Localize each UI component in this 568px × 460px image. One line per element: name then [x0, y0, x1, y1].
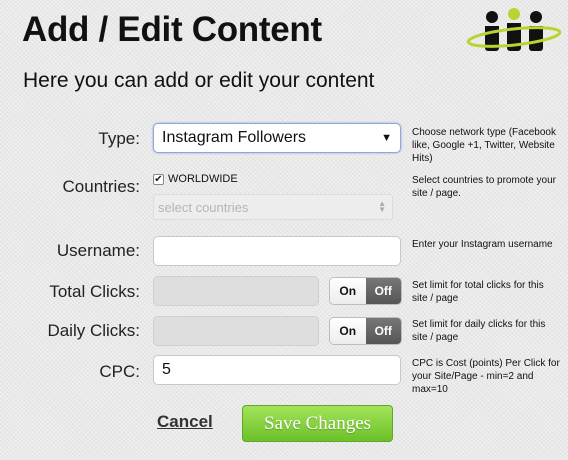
- dropdown-arrow-icon: ▼: [381, 132, 392, 144]
- worldwide-label: WORLDWIDE: [168, 173, 238, 185]
- cpc-label: CPC:: [99, 362, 140, 381]
- daily-clicks-help: Set limit for daily clicks for this site…: [412, 319, 546, 343]
- toggle-on[interactable]: On: [330, 278, 366, 304]
- save-changes-button[interactable]: Save Changes: [242, 405, 393, 442]
- type-label: Type:: [98, 129, 140, 148]
- type-help: Choose network type (Facebook like, Goog…: [412, 127, 556, 164]
- cpc-input[interactable]: 5: [153, 355, 401, 385]
- toggle-on[interactable]: On: [330, 318, 366, 344]
- toggle-off[interactable]: Off: [365, 278, 401, 304]
- countries-select[interactable]: select countries ▲ ▼: [153, 194, 393, 220]
- username-help: Enter your Instagram username: [412, 239, 553, 250]
- worldwide-checkbox[interactable]: ✔: [153, 173, 164, 185]
- username-input[interactable]: [153, 236, 401, 266]
- daily-clicks-label: Daily Clicks:: [47, 321, 140, 340]
- cancel-link[interactable]: Cancel: [157, 412, 213, 432]
- daily-clicks-input[interactable]: [153, 316, 319, 346]
- toggle-off[interactable]: Off: [365, 318, 401, 344]
- countries-placeholder: select countries: [158, 199, 249, 215]
- page-subtitle: Here you can add or edit your content: [23, 69, 375, 92]
- countries-label: Countries:: [62, 177, 140, 196]
- up-down-arrow-icon: ▲ ▼: [378, 199, 386, 214]
- total-clicks-toggle[interactable]: On Off: [329, 277, 402, 305]
- total-clicks-input[interactable]: [153, 276, 319, 306]
- total-clicks-help: Set limit for total clicks for this site…: [412, 280, 544, 304]
- total-clicks-label: Total Clicks:: [49, 282, 140, 301]
- daily-clicks-toggle[interactable]: On Off: [329, 317, 402, 345]
- page-title: Add / Edit Content: [22, 10, 322, 49]
- type-select-value: Instagram Followers: [162, 129, 307, 146]
- username-label: Username:: [56, 241, 140, 260]
- cpc-help: CPC is Cost (points) Per Click for your …: [412, 358, 560, 395]
- countries-help: Select countries to promote your site / …: [412, 175, 556, 199]
- people-ring-logo: [466, 8, 562, 51]
- type-select[interactable]: Instagram Followers ▼: [153, 123, 401, 153]
- worldwide-option[interactable]: ✔ WORLDWIDE: [153, 173, 238, 185]
